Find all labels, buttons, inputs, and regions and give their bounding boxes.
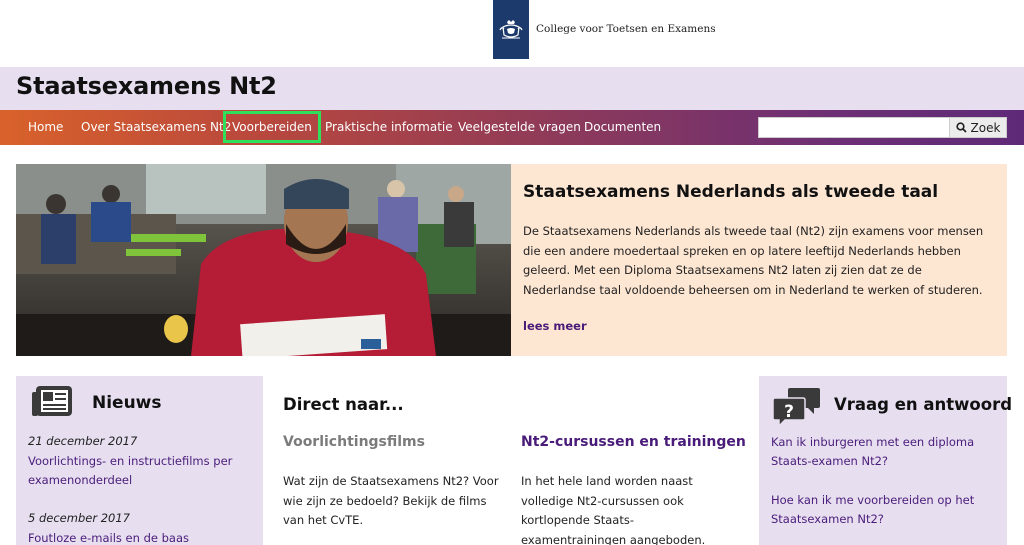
qa-link[interactable]: Kan ik inburgeren met een diploma Staats… [771, 433, 1001, 471]
hero-title: Staatsexamens Nederlands als tweede taal [523, 182, 939, 202]
hero-description: De Staatsexamens Nederlands als tweede t… [523, 224, 984, 297]
direct-text-nt2-cursussen: In het hele land worden naast volledige … [521, 474, 706, 545]
search-button[interactable]: Zoek [949, 117, 1007, 138]
search-button-label: Zoek [970, 120, 1001, 135]
organization-name: College voor Toetsen en Examens [536, 23, 716, 35]
nav-item-voorbereiden[interactable]: Voorbereiden [223, 111, 321, 143]
nav-item-over[interactable]: Over Staatsexamens Nt2 [81, 110, 231, 145]
nav-item-praktische-informatie[interactable]: Praktische informatie [325, 110, 453, 145]
government-emblem-logo[interactable] [493, 0, 529, 59]
search-icon [955, 122, 967, 133]
nav-item-home[interactable]: Home [28, 110, 63, 145]
nav-item-documenten[interactable]: Documenten [584, 110, 661, 145]
gov-header: College voor Toetsen en Examens [0, 0, 1024, 67]
news-link[interactable]: Voorlichtings- en instructiefilms per ex… [28, 452, 253, 490]
qa-link[interactable]: Hoe kan ik me voorbereiden op het Staats… [771, 491, 1001, 529]
hero-read-more-link[interactable]: lees meer [523, 319, 587, 333]
hero-illustration [16, 164, 511, 356]
search-input[interactable] [758, 117, 950, 138]
news-link[interactable]: Foutloze e-mails en de baas aanspreken [28, 529, 253, 545]
news-date: 21 december 2017 [28, 434, 138, 448]
crown-lion-icon [499, 19, 523, 38]
news-date: 5 december 2017 [28, 511, 130, 525]
site-title[interactable]: Staatsexamens Nt2 [16, 72, 277, 100]
direct-text-voorlichtingsfilms: Wat zijn de Staatsexamens Nt2? Voor wie … [283, 474, 499, 527]
nav-item-veelgestelde-vragen[interactable]: Veelgestelde vragen [458, 110, 581, 145]
direct-heading: Direct naar... [283, 395, 404, 414]
speech-bubbles-question-icon: ? [772, 386, 822, 430]
direct-link-nt2-cursussen[interactable]: Nt2-cursussen en trainingen [521, 434, 746, 450]
news-heading: Nieuws [92, 393, 162, 413]
hero-photo-student-reading [16, 164, 511, 356]
direct-link-voorlichtingsfilms[interactable]: Voorlichtingsfilms [283, 434, 425, 450]
qa-heading: Vraag en antwoord [834, 395, 1013, 414]
newspaper-icon [32, 384, 76, 424]
svg-text:?: ? [784, 402, 794, 422]
